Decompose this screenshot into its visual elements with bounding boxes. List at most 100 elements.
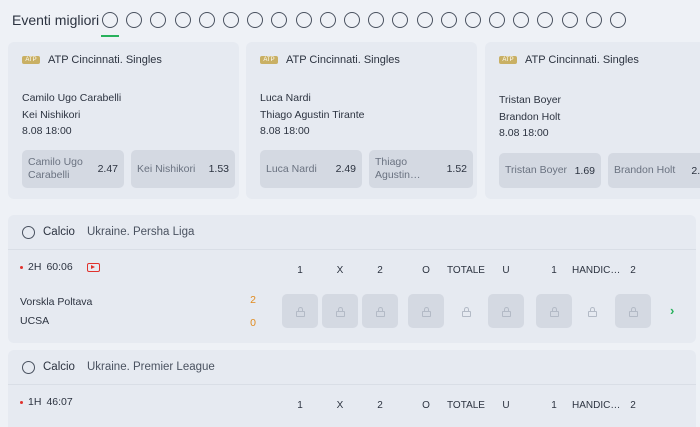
live-dot-icon <box>20 265 23 269</box>
column-header: 1 <box>551 400 557 411</box>
odd-button-player-2[interactable]: Brandon Holt 2.1 <box>608 153 700 188</box>
player-2: Thiago Agustin Tirante <box>260 109 365 121</box>
live-status: 2H 60:06 <box>20 261 100 273</box>
column-header: U <box>502 265 510 276</box>
baseball-icon <box>271 12 288 28</box>
player-1: Luca Nardi <box>260 92 311 104</box>
sport-tab[interactable] <box>340 0 364 40</box>
scoreboard-icon <box>537 12 554 28</box>
live-dot-icon <box>20 400 23 404</box>
cycling-icon <box>416 12 433 28</box>
soccer-ball-icon <box>22 360 35 374</box>
locked-odd-button[interactable] <box>574 294 610 328</box>
column-header: 1 <box>297 400 303 411</box>
sport-tab[interactable] <box>485 0 509 40</box>
odd-name: Luca Nardi <box>266 162 317 175</box>
locked-odd-button[interactable] <box>615 294 651 328</box>
section-header[interactable]: Calcio Ukraine. Premier League <box>8 350 696 384</box>
column-header: TOTALE <box>447 265 485 276</box>
locked-odd-button[interactable] <box>408 294 444 328</box>
atp-logo-icon: ATP <box>260 56 278 64</box>
column-header: HANDIC… <box>572 400 621 411</box>
odd-value: 1.53 <box>208 163 229 175</box>
league-name: ATP Cincinnati. Singles <box>525 54 639 66</box>
column-header: U <box>502 400 510 411</box>
odd-button-player-1[interactable]: Luca Nardi 2.49 <box>260 150 362 188</box>
sport-tab[interactable] <box>195 0 219 40</box>
locked-odd-button[interactable] <box>282 294 318 328</box>
event-datetime: 8.08 18:00 <box>22 125 72 137</box>
lock-icon <box>421 306 431 317</box>
sport-tab[interactable] <box>582 0 606 40</box>
team-1[interactable]: Vorskla Poltava <box>20 296 92 308</box>
golf-icon <box>561 12 578 28</box>
sport-tab[interactable] <box>122 0 146 40</box>
sport-tab[interactable] <box>388 0 412 40</box>
top-event-card[interactable]: ATP ATP Cincinnati. Singles Camilo Ugo C… <box>8 42 239 199</box>
league-name: ATP Cincinnati. Singles <box>48 54 162 66</box>
sport-tab[interactable] <box>606 0 630 40</box>
sport-tab[interactable] <box>316 0 340 40</box>
odd-button-player-1[interactable]: Tristan Boyer 1.69 <box>499 153 601 188</box>
sport-tab[interactable] <box>437 0 461 40</box>
sport-name: Calcio <box>43 361 75 373</box>
sport-nav: Eventi migliori <box>0 0 700 40</box>
lock-icon <box>335 306 345 317</box>
sport-tab[interactable] <box>243 0 267 40</box>
nav-title: Eventi migliori <box>12 12 100 28</box>
top-event-card[interactable]: ATP ATP Cincinnati. Singles Luca Nardi T… <box>246 42 477 199</box>
player-2: Kei Nishikori <box>22 109 81 121</box>
darts-icon <box>295 12 312 28</box>
sport-name: Calcio <box>43 226 75 238</box>
team-2[interactable]: UCSA <box>20 315 49 327</box>
league-header: ATP ATP Cincinnati. Singles <box>499 54 639 66</box>
sport-tab[interactable] <box>509 0 533 40</box>
odd-name: Thiago Agustin… <box>375 156 421 181</box>
sport-tab[interactable] <box>146 0 170 40</box>
event-datetime: 8.08 18:00 <box>499 127 549 139</box>
odd-button-player-2[interactable]: Thiago Agustin… 1.52 <box>369 150 473 188</box>
aussie-rules-icon <box>513 12 530 28</box>
column-header: 2 <box>630 400 636 411</box>
live-stream-icon[interactable] <box>86 262 100 272</box>
sport-tab[interactable] <box>98 0 122 40</box>
sport-tab[interactable] <box>558 0 582 40</box>
odd-name: Tristan Boyer <box>505 164 568 176</box>
odd-button-player-2[interactable]: Kei Nishikori 1.53 <box>131 150 235 188</box>
player-1: Tristan Boyer <box>499 94 562 106</box>
odd-button-player-1[interactable]: Camilo Ugo Carabelli 2.47 <box>22 150 124 188</box>
top-event-card[interactable]: ATP ATP Cincinnati. Singles Tristan Boye… <box>485 42 700 199</box>
column-header: X <box>336 400 344 411</box>
sport-tab[interactable] <box>533 0 557 40</box>
section-header[interactable]: Calcio Ukraine. Persha Liga <box>8 215 696 249</box>
sport-tab[interactable] <box>219 0 243 40</box>
locked-odd-button[interactable] <box>448 294 484 328</box>
sport-tab[interactable] <box>364 0 388 40</box>
sport-tab[interactable] <box>171 0 195 40</box>
column-header: HANDIC… <box>572 265 621 276</box>
event-section: Calcio Ukraine. Premier League 1H 46:07 … <box>8 350 696 427</box>
locked-odd-button[interactable] <box>488 294 524 328</box>
hockey-stick-icon <box>343 12 360 28</box>
lock-icon <box>587 306 597 317</box>
sport-tab[interactable] <box>267 0 291 40</box>
american-football-icon <box>368 12 385 28</box>
column-header: TOTALE <box>447 400 485 411</box>
basketball-icon <box>174 12 191 28</box>
boxing-glove-icon <box>247 12 264 28</box>
odd-value: 1.52 <box>446 163 467 175</box>
sport-tab[interactable] <box>292 0 316 40</box>
locked-odd-button[interactable] <box>322 294 358 328</box>
sport-tab[interactable] <box>461 0 485 40</box>
odd-value: 2.1 <box>691 164 700 177</box>
chevron-right-icon[interactable]: › <box>670 303 674 318</box>
table-tennis-icon <box>150 12 167 28</box>
tennis-ball-icon <box>126 12 143 28</box>
match-time: 60:06 <box>46 261 73 273</box>
divider <box>8 384 696 385</box>
locked-odd-button[interactable] <box>362 294 398 328</box>
sport-tab[interactable] <box>412 0 436 40</box>
match-period: 2H <box>28 261 42 273</box>
locked-odd-button[interactable] <box>536 294 572 328</box>
column-header: X <box>336 265 344 276</box>
